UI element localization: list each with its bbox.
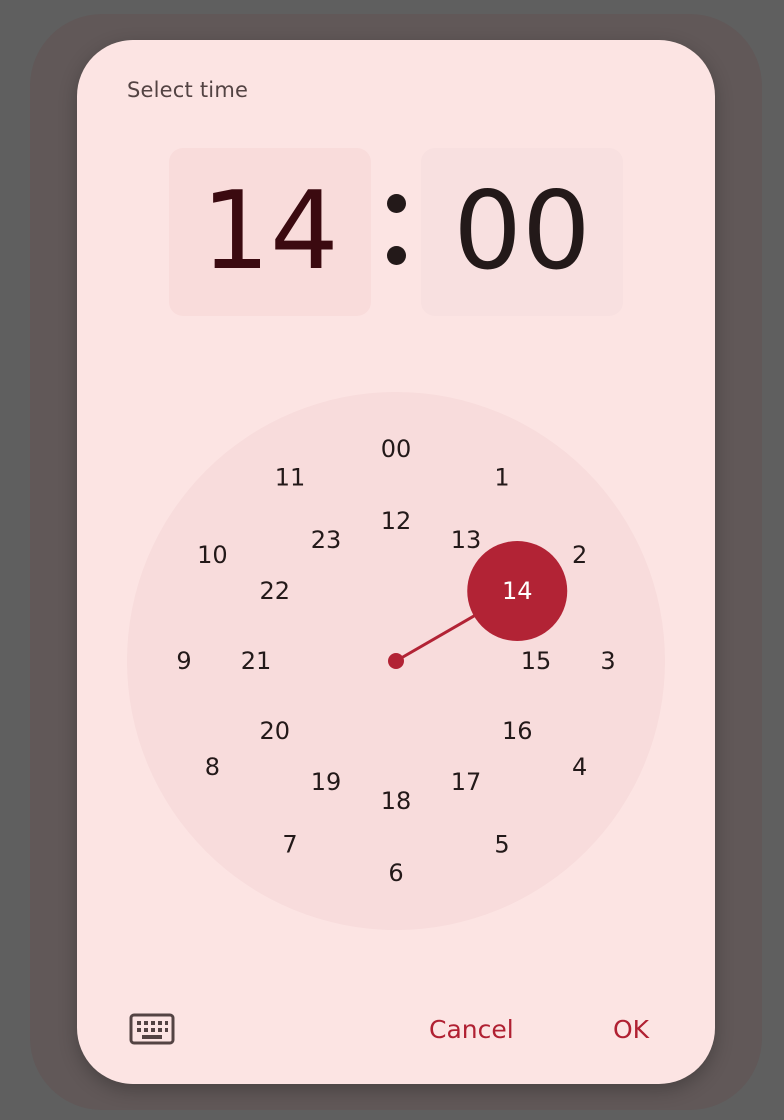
clock-number-16[interactable]: 16	[502, 717, 533, 745]
clock-number-4[interactable]: 4	[572, 753, 587, 781]
clock-number-7[interactable]: 7	[282, 831, 297, 859]
minute-selector[interactable]: 00	[421, 148, 623, 316]
ok-button[interactable]: OK	[613, 1015, 649, 1044]
clock-number-3[interactable]: 3	[600, 647, 615, 675]
time-separator	[377, 180, 417, 280]
clock-number-15[interactable]: 15	[521, 647, 552, 675]
clock-number-2[interactable]: 2	[572, 541, 587, 569]
clock-center-pivot	[388, 653, 404, 669]
clock-number-6[interactable]: 6	[388, 859, 403, 887]
clock-number-00[interactable]: 00	[381, 435, 412, 463]
clock-number-1[interactable]: 1	[494, 463, 509, 491]
clock-number-20[interactable]: 20	[259, 717, 290, 745]
minute-value: 00	[453, 169, 591, 294]
clock-number-11[interactable]: 11	[275, 463, 306, 491]
clock-number-14[interactable]: 14	[502, 577, 533, 605]
dialog-headline: Select time	[127, 78, 249, 102]
cancel-button[interactable]: Cancel	[429, 1015, 514, 1044]
clock-face-svg[interactable]: 001234567891011121314151617181920212223	[127, 392, 665, 930]
clock-number-5[interactable]: 5	[494, 831, 509, 859]
clock-number-12[interactable]: 12	[381, 507, 412, 535]
clock-number-19[interactable]: 19	[311, 768, 342, 796]
clock-number-9[interactable]: 9	[176, 647, 191, 675]
clock-number-18[interactable]: 18	[381, 787, 412, 815]
clock-number-8[interactable]: 8	[205, 753, 220, 781]
clock-number-17[interactable]: 17	[451, 768, 482, 796]
separator-dot-bottom	[387, 246, 406, 265]
clock-number-22[interactable]: 22	[259, 577, 290, 605]
clock-number-23[interactable]: 23	[311, 526, 342, 554]
clock-number-21[interactable]: 21	[241, 647, 272, 675]
time-picker-dialog: Select time 14 00 00 1 2 3 4 5 6 7 8 9 10 11 12 13 14 1…	[77, 40, 715, 1084]
clock-dial[interactable]: 00 1 2 3 4 5 6 7 8 9 10 11 12 13 14 15 16 17 18 19 20 21 22 23	[127, 392, 665, 930]
hour-value: 14	[201, 169, 339, 294]
clock-number-13[interactable]: 13	[451, 526, 482, 554]
clock-number-10[interactable]: 10	[197, 541, 228, 569]
separator-dot-top	[387, 194, 406, 213]
hour-selector[interactable]: 14	[169, 148, 371, 316]
keyboard-icon[interactable]	[129, 1012, 175, 1048]
